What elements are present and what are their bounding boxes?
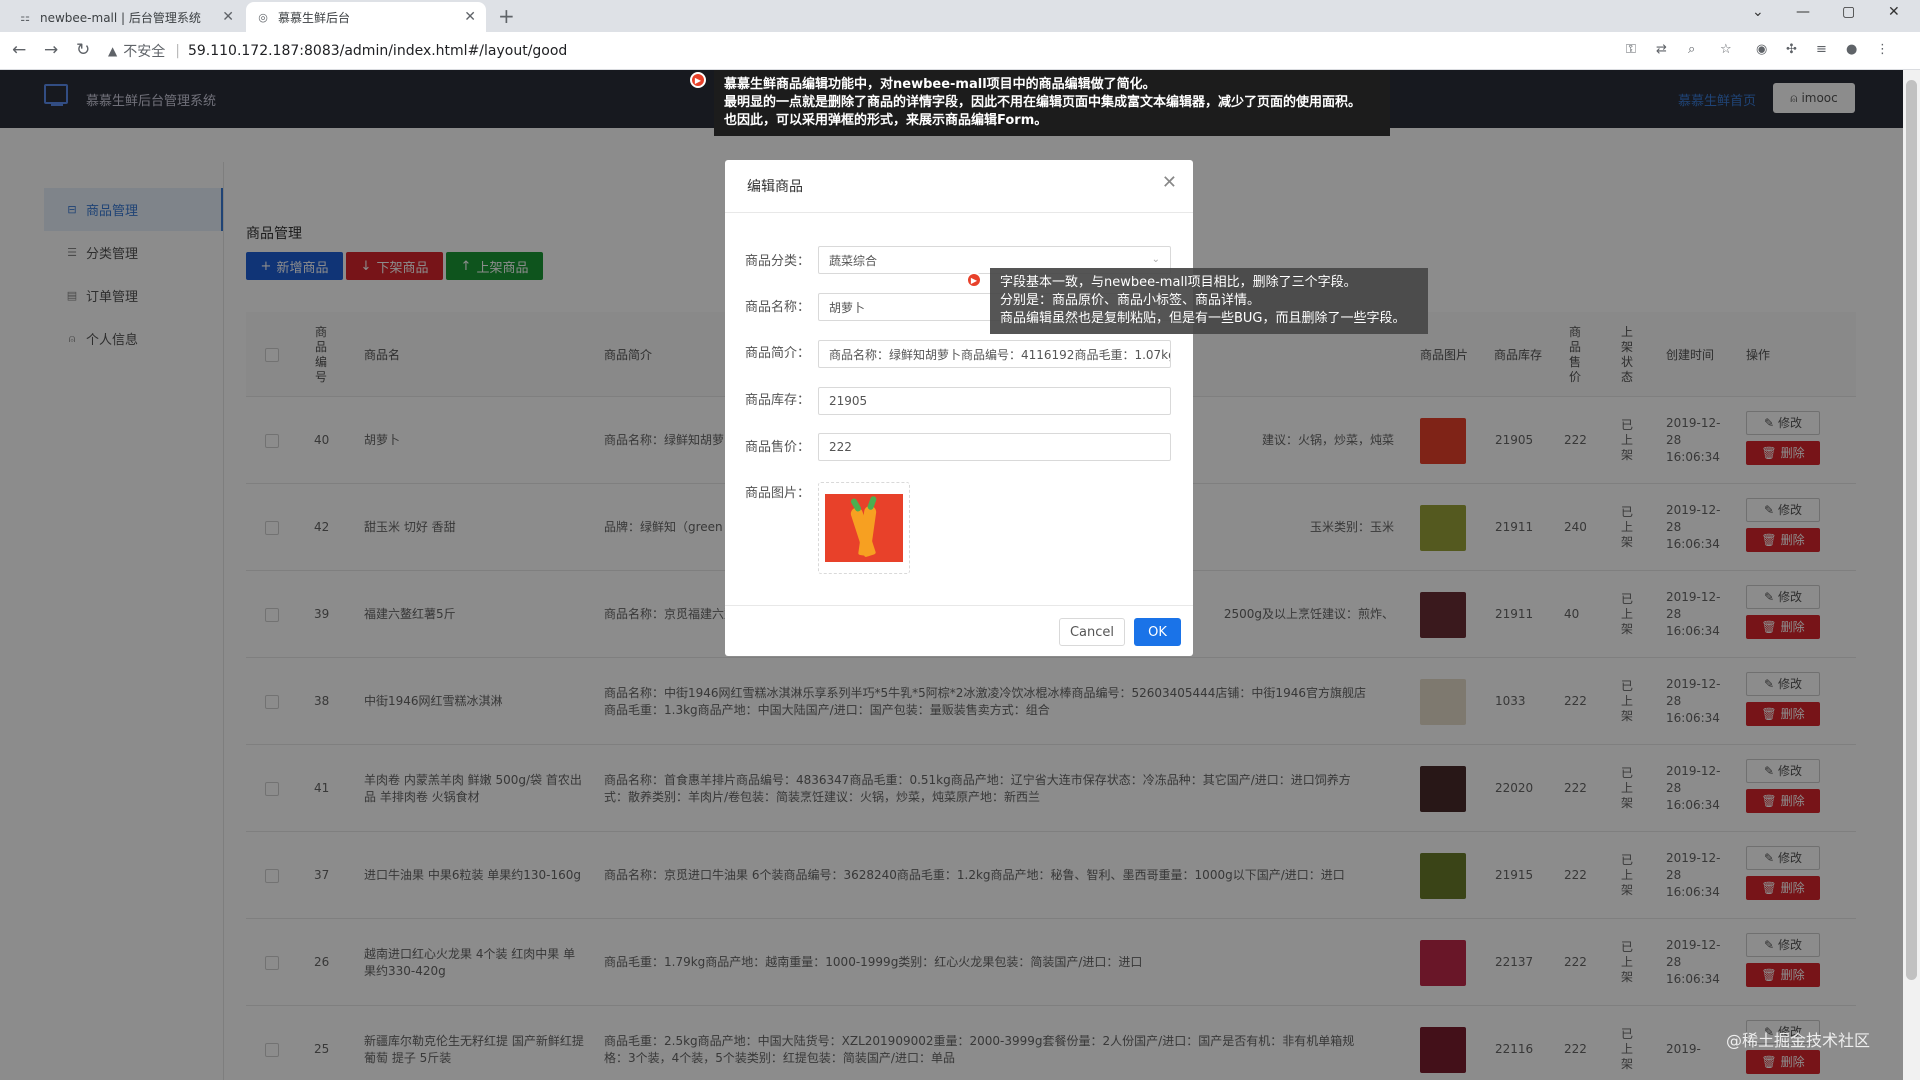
- minimize-icon[interactable]: —: [1796, 4, 1810, 20]
- image-upload[interactable]: [818, 482, 910, 574]
- stock-label: 商品库存：: [745, 393, 811, 408]
- key-icon[interactable]: ⚿: [1626, 42, 1636, 57]
- edit-goods-dialog: 编辑商品 ✕ 商品分类： 蔬菜综合 ⌄ 商品名称： 胡萝卜 商品简介： 商品名称…: [725, 160, 1193, 656]
- zoom-icon[interactable]: ⌕: [1688, 42, 1695, 57]
- annotation-marker-icon: ▶: [966, 272, 982, 288]
- annotation-side: 字段基本一致，与newbee-mall项目相比，删除了三个字段。 分别是：商品原…: [990, 268, 1428, 334]
- stock-input[interactable]: 21905: [818, 387, 1171, 415]
- puzzle-icon[interactable]: ✣: [1786, 42, 1797, 57]
- annotation-line: 商品编辑虽然也是复制粘贴，但是有一些BUG，而且删除了一些字段。: [1000, 311, 1406, 326]
- page-favicon-icon: ⚏: [20, 10, 30, 24]
- tab-search-icon[interactable]: ⌄: [1752, 4, 1764, 20]
- annotation-line: 字段基本一致，与newbee-mall项目相比，删除了三个字段。: [1000, 275, 1357, 290]
- tab-mumu-admin[interactable]: ◎ 慕慕生鲜后台 ✕: [246, 2, 486, 32]
- menu-icon[interactable]: ⋮: [1876, 42, 1889, 57]
- tab-title: newbee-mall | 后台管理系统: [40, 10, 201, 25]
- close-icon[interactable]: ✕: [464, 9, 476, 25]
- security-label: 不安全: [123, 44, 166, 60]
- chevron-down-icon: ⌄: [1151, 254, 1160, 265]
- price-input[interactable]: 222: [818, 433, 1171, 461]
- warning-icon: ▲: [108, 44, 118, 58]
- star-icon[interactable]: ☆: [1720, 42, 1732, 57]
- image-label: 商品图片：: [745, 486, 811, 501]
- globe-icon: ◎: [258, 10, 268, 24]
- ok-button[interactable]: OK: [1134, 618, 1181, 646]
- divider: |: [175, 43, 180, 59]
- reload-icon[interactable]: ↻: [76, 40, 90, 60]
- address-bar[interactable]: ▲ 不安全 | 59.110.172.187:8083/admin/index.…: [108, 39, 1598, 63]
- new-tab-button[interactable]: +: [498, 4, 515, 28]
- divider: [725, 212, 1193, 213]
- tab-newbee-mall[interactable]: ⚏ newbee-mall | 后台管理系统 ✕: [8, 2, 244, 32]
- scroll-thumb[interactable]: [1906, 80, 1917, 980]
- page-scrollbar[interactable]: [1903, 70, 1920, 1080]
- name-label: 商品名称：: [745, 300, 811, 315]
- reading-list-icon[interactable]: ≡: [1816, 42, 1827, 57]
- divider: [725, 605, 1193, 606]
- close-icon[interactable]: ✕: [222, 9, 234, 25]
- forward-icon[interactable]: →: [44, 40, 58, 60]
- annotation-line: 分别是：商品原价、商品小标签、商品详情。: [1000, 293, 1261, 308]
- cancel-button[interactable]: Cancel: [1059, 618, 1125, 646]
- extension-icon[interactable]: ◉: [1756, 42, 1767, 57]
- close-icon[interactable]: ✕: [1162, 172, 1177, 193]
- carrot-image: [825, 494, 903, 562]
- category-value: 蔬菜综合: [829, 253, 878, 268]
- annotation-marker-icon: ▶: [690, 72, 706, 88]
- annotation-line: 也因此，可以采用弹框的形式，来展示商品编辑Form。: [724, 113, 1048, 128]
- dialog-title: 编辑商品: [747, 179, 803, 195]
- browser-tabbar: ⚏ newbee-mall | 后台管理系统 ✕ ◎ 慕慕生鲜后台 ✕ + ⌄ …: [0, 0, 1920, 32]
- profile-icon[interactable]: ●: [1846, 42, 1857, 57]
- price-label: 商品售价：: [745, 440, 811, 455]
- annotation-line: 最明显的一点就是删除了商品的详情字段，因此不用在编辑页面中集成富文本编辑器，减少…: [724, 95, 1362, 110]
- intro-input[interactable]: 商品名称：绿鲜知胡萝卜商品编号：4116192商品毛重：1.07kg: [818, 340, 1171, 368]
- intro-label: 商品简介：: [745, 346, 811, 361]
- annotation-top: 慕慕生鲜商品编辑功能中，对newbee-mall项目中的商品编辑做了简化。 最明…: [714, 70, 1390, 136]
- watermark: @稀土掘金技术社区: [1726, 1031, 1871, 1050]
- browser-toolbar: ← → ↻ ▲ 不安全 | 59.110.172.187:8083/admin/…: [0, 32, 1920, 70]
- category-label: 商品分类：: [745, 254, 811, 269]
- url-text: 59.110.172.187:8083/admin/index.html#/la…: [187, 43, 568, 59]
- maximize-icon[interactable]: ▢: [1842, 4, 1855, 20]
- annotation-line: 慕慕生鲜商品编辑功能中，对newbee-mall项目中的商品编辑做了简化。: [724, 77, 1156, 92]
- window-close-icon[interactable]: ✕: [1888, 4, 1900, 20]
- tab-title: 慕慕生鲜后台: [278, 10, 351, 25]
- translate-icon[interactable]: ⇄: [1656, 42, 1667, 57]
- back-icon[interactable]: ←: [12, 40, 26, 60]
